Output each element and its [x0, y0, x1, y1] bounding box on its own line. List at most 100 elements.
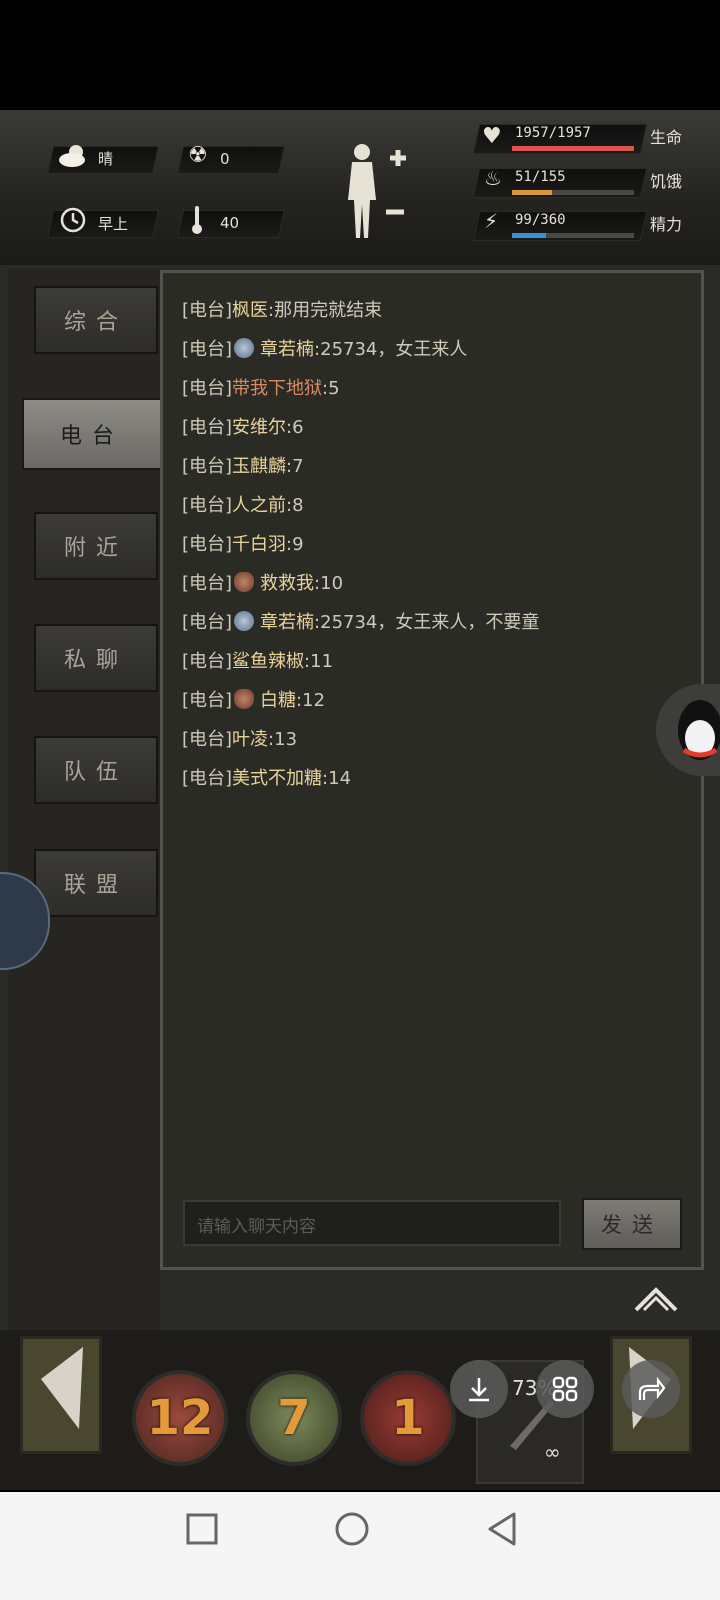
action-slot-1[interactable]: 12 [132, 1370, 228, 1466]
sender-name[interactable]: 章若楠 [260, 339, 314, 360]
weapon-count: ∞ [544, 1440, 561, 1464]
tab-radio[interactable]: 电台 [22, 398, 162, 470]
chat-message: [电台] 章若楠:25734，女王来人，不要童 [182, 608, 539, 638]
message-text: :7 [286, 456, 304, 477]
chat-message: [电台] 救救我:10 [182, 569, 343, 599]
download-icon [469, 1378, 489, 1402]
tab-private[interactable]: 私聊 [34, 624, 158, 692]
chat-message: [电台]人之前:8 [182, 491, 304, 521]
chat-message: [电台]叶凌:13 [182, 725, 297, 755]
time-of-day-text: 早上 [98, 215, 129, 233]
channel-tag: [电台] [182, 339, 233, 360]
tab-nearby[interactable]: 附近 [34, 512, 158, 580]
message-text: :11 [304, 651, 334, 672]
channel-tag: [电台] [182, 573, 233, 594]
user-badge-icon [234, 338, 255, 358]
thermometer-icon [192, 206, 202, 234]
energy-bar-fill [512, 233, 546, 238]
channel-tag: [电台] [182, 690, 233, 711]
chat-message: [电台] 章若楠:25734，女王来人 [182, 335, 467, 365]
chat-message: [电台]鲨鱼辣椒:11 [182, 647, 333, 677]
user-badge-icon [234, 611, 255, 631]
download-button[interactable] [450, 1360, 508, 1418]
message-text: :8 [286, 495, 304, 516]
sender-name[interactable]: 白糖 [260, 690, 296, 711]
sender-name[interactable]: 鲨鱼辣椒 [232, 651, 304, 672]
temperature-value: 40 [220, 214, 240, 232]
back-icon[interactable] [486, 1512, 518, 1546]
sender-name[interactable]: 千白羽 [232, 534, 286, 555]
radiation-icon: ☢ [188, 143, 208, 168]
channel-tag: [电台] [182, 456, 233, 477]
action-slot-2[interactable]: 7 [246, 1370, 342, 1466]
energy-label: 精力 [650, 215, 683, 234]
sender-name[interactable]: 美式不加糖 [232, 768, 322, 789]
energy-bar [512, 233, 634, 238]
channel-tag: [电台] [182, 378, 233, 399]
hunger-bar [512, 190, 634, 195]
channel-tag: [电台] [182, 534, 233, 555]
sender-name[interactable]: 枫医 [232, 300, 268, 321]
channel-tag: [电台] [182, 495, 233, 516]
tab-team[interactable]: 队伍 [34, 736, 158, 804]
heart-icon: ♥ [482, 124, 502, 149]
send-button[interactable]: 发送 [582, 1198, 682, 1250]
grid-menu-button[interactable] [536, 1360, 594, 1418]
chat-message: [电台] 白糖:12 [182, 686, 325, 716]
body-status-button[interactable] [340, 140, 410, 240]
hunger-value: 51/155 [515, 169, 566, 185]
collapse-chevron-icon[interactable] [632, 1284, 680, 1314]
chat-message: [电台]带我下地狱:5 [182, 374, 340, 404]
health-value: 1957/1957 [515, 125, 591, 141]
message-text: :25734，女王来人，不要童 [314, 612, 540, 633]
chat-message: [电台]千白羽:9 [182, 530, 304, 560]
message-text: :25734，女王来人 [314, 339, 468, 360]
sender-name[interactable]: 叶凌 [232, 729, 268, 750]
message-text: :5 [322, 378, 340, 399]
chat-input[interactable]: 请输入聊天内容 [183, 1200, 561, 1246]
channel-tag: [电台] [182, 651, 233, 672]
message-text: :12 [296, 690, 326, 711]
stomach-icon: ♨ [484, 166, 502, 190]
channel-tag: [电台] [182, 729, 233, 750]
partly-cloudy-icon [59, 145, 85, 167]
grid-icon [552, 1376, 578, 1402]
energy-icon: ⚡ [484, 209, 499, 233]
energy-value: 99/360 [515, 212, 566, 228]
recents-icon[interactable] [186, 1513, 218, 1545]
sender-name[interactable]: 章若楠 [260, 612, 314, 633]
health-label: 生命 [650, 128, 683, 147]
weather-text: 晴 [98, 150, 114, 168]
chat-message: [电台]安维尔:6 [182, 413, 304, 443]
sender-name[interactable]: 带我下地狱 [232, 378, 322, 399]
tab-alliance[interactable]: 联盟 [34, 849, 158, 917]
sender-name[interactable]: 安维尔 [232, 417, 286, 438]
sender-name[interactable]: 救救我 [260, 573, 314, 594]
message-text: :那用完就结束 [268, 300, 383, 321]
share-button[interactable] [622, 1360, 680, 1418]
chat-message: [电台]美式不加糖:14 [182, 764, 351, 794]
hunger-label: 饥饿 [650, 172, 683, 191]
action-slot-3[interactable]: 1 [360, 1370, 456, 1466]
chat-message: [电台]枫医:那用完就结束 [182, 296, 382, 326]
health-bar [512, 146, 634, 151]
prev-arrow-button[interactable] [20, 1336, 102, 1454]
home-icon[interactable] [334, 1511, 370, 1547]
left-arrow-icon [41, 1347, 83, 1429]
chat-message: [电台]玉麒麟:7 [182, 452, 304, 482]
qq-penguin-icon [678, 700, 720, 760]
message-text: :13 [268, 729, 298, 750]
message-text: :14 [322, 768, 352, 789]
user-badge-icon [234, 689, 255, 709]
message-text: :9 [286, 534, 304, 555]
message-text: :10 [314, 573, 344, 594]
channel-tag: [电台] [182, 417, 233, 438]
channel-tag: [电台] [182, 300, 233, 321]
sender-name[interactable]: 人之前 [232, 495, 286, 516]
hunger-bar-fill [512, 190, 553, 195]
tab-general[interactable]: 综合 [34, 286, 158, 354]
sender-name[interactable]: 玉麒麟 [232, 456, 286, 477]
qq-floating-button[interactable] [656, 684, 720, 776]
health-bar-fill [512, 146, 634, 151]
radiation-value: 0 [220, 150, 230, 168]
